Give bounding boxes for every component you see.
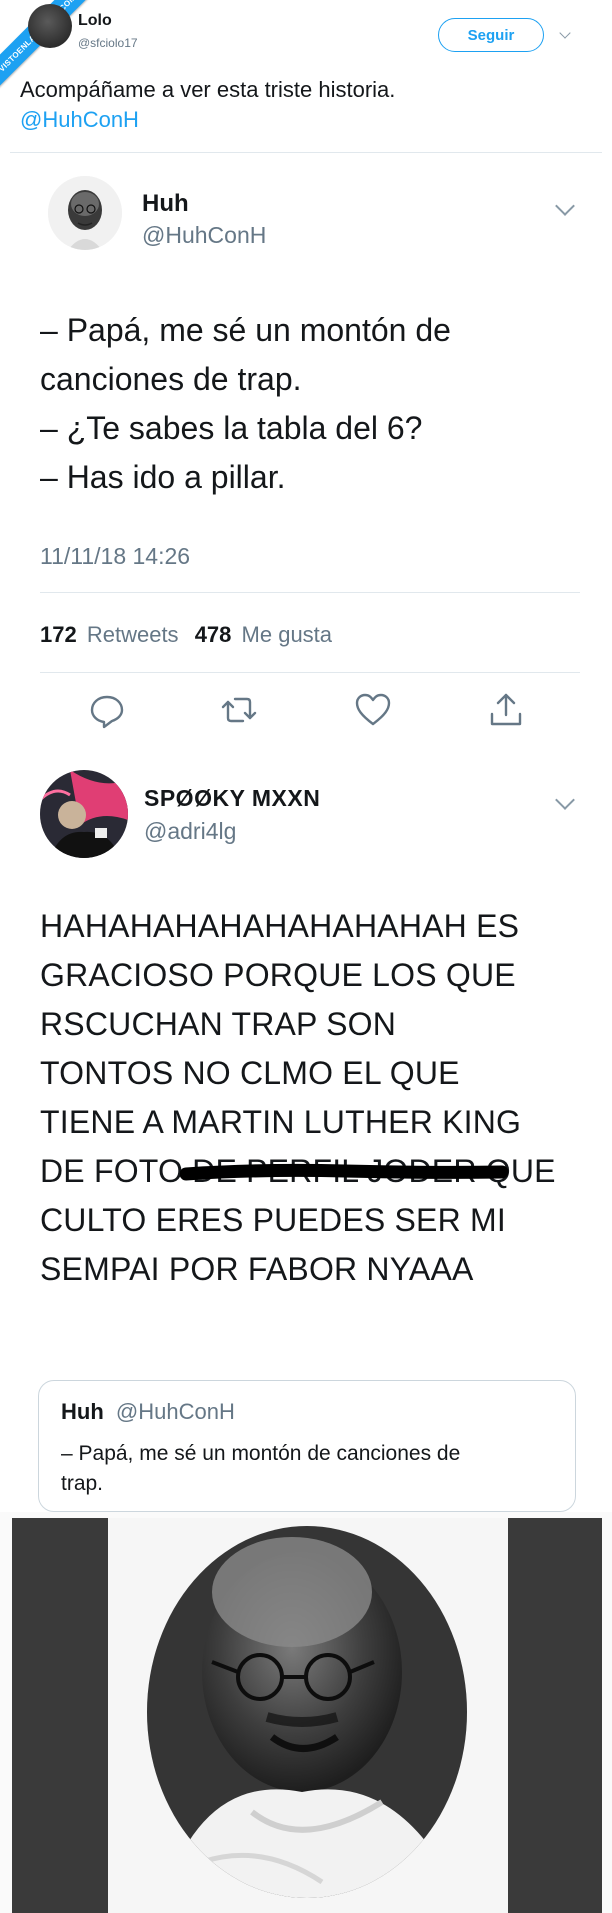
photo-side-right xyxy=(508,1518,602,1913)
lolo-name[interactable]: Lolo xyxy=(78,12,112,30)
spooky-line-1: HAHAHAHAHAHAHAHAHAH ES xyxy=(40,908,520,944)
quoted-name: Huh xyxy=(61,1399,104,1424)
spooky-name[interactable]: SPØØKY MXXN xyxy=(144,785,320,812)
quoted-handle: @HuhConH xyxy=(115,1399,235,1424)
divider xyxy=(40,592,580,593)
huh-name[interactable]: Huh xyxy=(142,190,189,218)
huh-line-3: – ¿Te sabes la tabla del 6? xyxy=(40,410,423,446)
lolo-handle[interactable]: @sfciolo17 xyxy=(78,36,138,50)
underline-scribble xyxy=(180,1163,509,1181)
lolo-tweet-text: Acompáñame a ver esta triste historia. xyxy=(20,77,396,102)
follow-button[interactable]: Seguir xyxy=(438,18,544,52)
reply-icon[interactable] xyxy=(87,690,127,730)
timestamp[interactable]: 11/11/18 14:26 xyxy=(40,543,190,570)
retweets-count[interactable]: 172 xyxy=(40,622,77,647)
huh-line-4: – Has ido a pillar. xyxy=(40,459,286,495)
quoted-header: Huh @HuhConH xyxy=(61,1399,235,1425)
divider xyxy=(10,152,602,153)
quoted-text: – Papá, me sé un montón de canciones de … xyxy=(61,1439,561,1499)
chevron-down-icon[interactable] xyxy=(559,27,571,39)
chevron-down-icon[interactable] xyxy=(555,790,575,810)
avatar-huh[interactable] xyxy=(48,176,122,250)
spooky-line-4: TONTOS NO CLMO EL QUE xyxy=(40,1055,460,1091)
spooky-line-5: TIENE A MARTIN LUTHER KING xyxy=(40,1104,522,1140)
spooky-tweet-text: HAHAHAHAHAHAHAHAHAH ES GRACIOSO PORQUE L… xyxy=(40,902,600,1294)
avatar-spooky[interactable] xyxy=(40,770,128,858)
mention-huhconh[interactable]: @HuhConH xyxy=(20,107,139,133)
huh-line-2: canciones de trap. xyxy=(40,361,302,397)
quoted-tweet[interactable]: Huh @HuhConH – Papá, me sé un montón de … xyxy=(38,1380,576,1512)
retweet-icon[interactable] xyxy=(219,690,259,730)
like-heart-icon[interactable] xyxy=(353,690,393,730)
huh-line-1: – Papá, me sé un montón de xyxy=(40,312,451,348)
avatar-lolo[interactable] xyxy=(28,4,72,48)
quoted-line-2: trap. xyxy=(61,1472,104,1495)
gandhi-avatar-image xyxy=(48,176,122,250)
engagement-stats: 172 Retweets 478 Me gusta xyxy=(40,622,332,648)
spooky-line-7: CULTO ERES PUEDES SER MI xyxy=(40,1202,506,1238)
gandhi-portrait xyxy=(147,1526,467,1898)
spooky-line-2: GRACIOSO PORQUE LOS QUE xyxy=(40,957,516,993)
spooky-avatar-image xyxy=(40,770,128,858)
likes-count[interactable]: 478 xyxy=(195,622,232,647)
gandhi-photo-panel xyxy=(0,1512,612,1913)
retweets-label[interactable]: Retweets xyxy=(87,622,179,647)
photo-side-left xyxy=(12,1518,108,1913)
likes-label[interactable]: Me gusta xyxy=(242,622,333,647)
divider xyxy=(40,672,580,673)
spooky-line-3: RSCUCHAN TRAP SON xyxy=(40,1006,397,1042)
huh-handle[interactable]: @HuhConH xyxy=(142,222,266,249)
share-icon[interactable] xyxy=(486,690,526,730)
chevron-down-icon[interactable] xyxy=(555,196,575,216)
spooky-handle[interactable]: @adri4lg xyxy=(144,818,236,845)
quoted-line-1: – Papá, me sé un montón de canciones de xyxy=(61,1442,461,1465)
spooky-line-8: SEMPAI POR FABOR NYAAA xyxy=(40,1251,474,1287)
huh-tweet-text: – Papá, me sé un montón de canciones de … xyxy=(40,306,580,502)
